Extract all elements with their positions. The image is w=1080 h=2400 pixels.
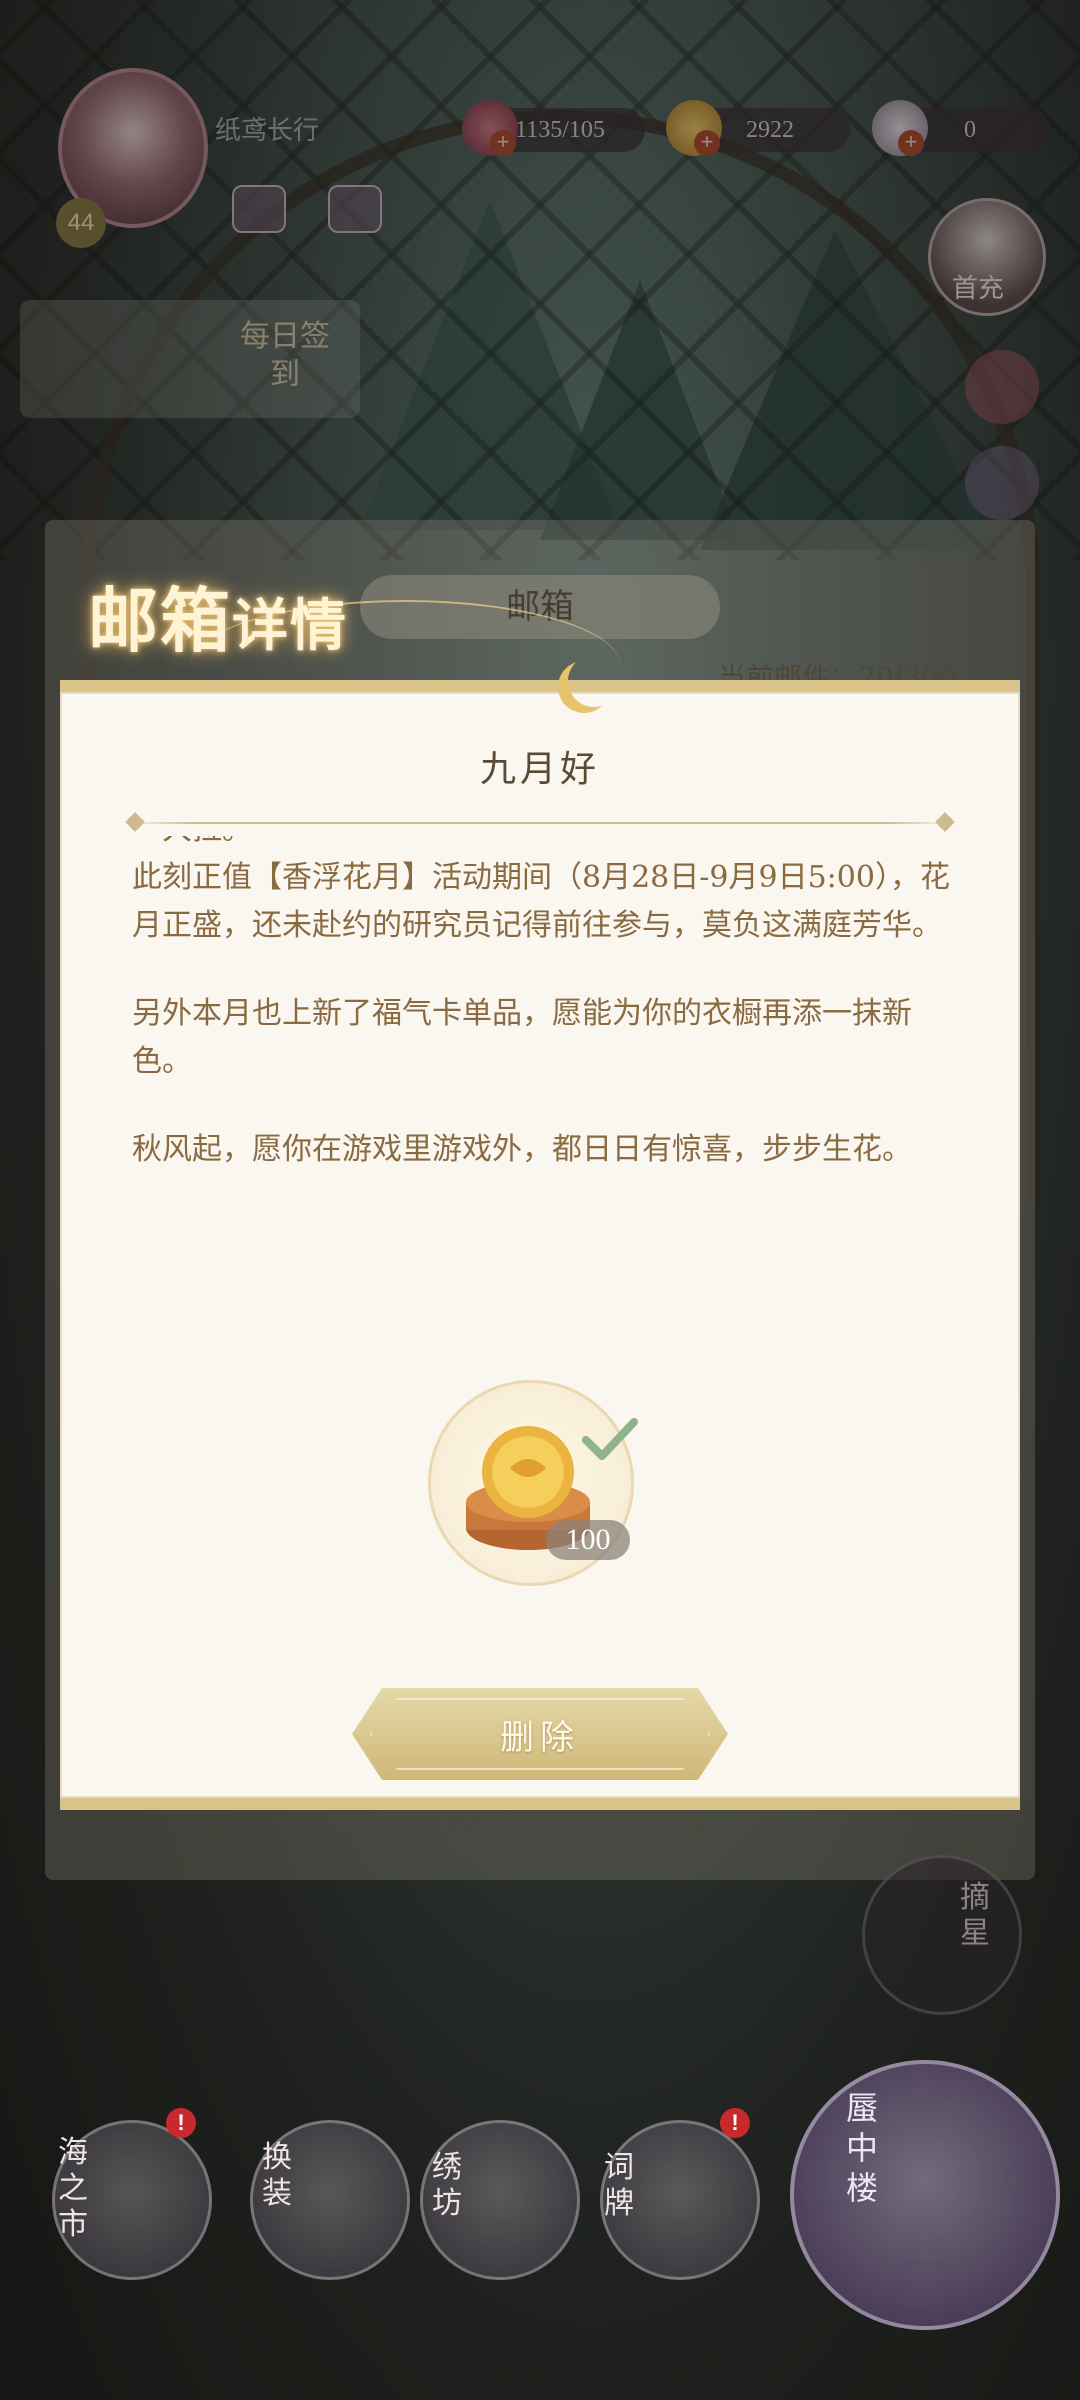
claimed-check-icon xyxy=(582,1418,638,1460)
mail-paragraph: 秋风起，愿你在游戏里游戏外，都日日有惊喜，步步生花。 xyxy=(132,1132,912,1167)
mail-body[interactable]: 一大拉。 此刻正值【香浮花月】活动期间（8月28日-9月9日5:00），花月正盛… xyxy=(132,836,952,1296)
alert-badge: ! xyxy=(166,2108,196,2138)
delete-button[interactable]: 删除 xyxy=(352,1688,728,1780)
nav-cipai-label: 词牌 xyxy=(604,2150,634,2221)
nav-embroidery-label: 绣坊 xyxy=(432,2150,462,2221)
mail-title: 九月好 xyxy=(479,749,600,790)
nav-dressup-label: 换装 xyxy=(262,2140,292,2211)
mail-paragraph: 另外本月也上新了福气卡单品，愿能为你的衣橱再添一抹新色。 xyxy=(132,996,912,1079)
nav-mirage-tower-label: 蜃中楼 xyxy=(846,2089,879,2207)
mail-paragraph: 此刻正值【香浮花月】活动期间（8月28日-9月9日5:00），花月正盛，还未赴约… xyxy=(132,860,950,943)
nav-sea-market-label: 海之市 xyxy=(58,2135,88,2242)
nav-mirage-tower-button[interactable] xyxy=(790,2060,1060,2330)
reward-count: 100 xyxy=(546,1520,630,1560)
crescent-moon-icon xyxy=(568,655,620,707)
modal-heading: 邮箱详情 xyxy=(88,565,348,666)
mail-body-cut-line: 一大拉。 xyxy=(132,836,952,854)
title-divider xyxy=(128,822,952,824)
modal-heading-main: 邮箱 xyxy=(88,579,232,662)
alert-badge: ! xyxy=(720,2108,750,2138)
delete-button-label: 删除 xyxy=(500,1717,580,1758)
modal-heading-small: 详情 xyxy=(232,593,348,659)
